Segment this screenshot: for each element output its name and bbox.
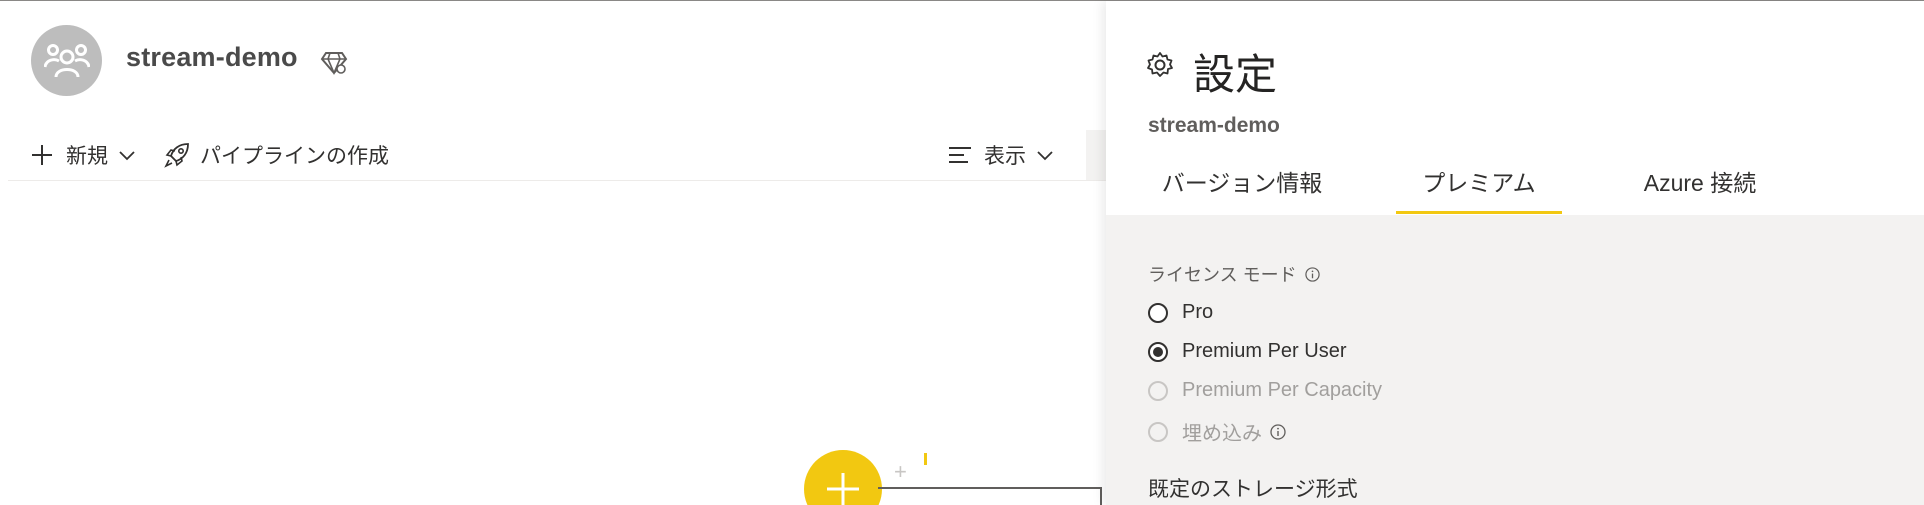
sparkle-icon xyxy=(924,453,927,465)
view-button[interactable]: 表示 xyxy=(948,140,1054,170)
license-mode-label: ライセンス モード xyxy=(1148,261,1320,287)
settings-subtitle: stream-demo xyxy=(1148,114,1280,137)
plus-icon xyxy=(827,473,859,505)
radio-label: Premium Per User xyxy=(1182,340,1347,362)
create-pipeline-button[interactable]: パイプラインの作成 xyxy=(164,140,389,170)
radio-button[interactable] xyxy=(1148,302,1168,323)
chevron-down-icon xyxy=(119,151,135,161)
command-bar-overflow xyxy=(1086,130,1106,180)
radio-button-selected[interactable] xyxy=(1148,341,1168,362)
settings-panel: 設定 stream-demo バージョン情報 プレミアム Azure 接続 ライ… xyxy=(1106,1,1924,505)
radio-dot xyxy=(1153,346,1163,357)
create-pipeline-label: パイプラインの作成 xyxy=(200,145,389,168)
tab-premium[interactable]: プレミアム xyxy=(1396,164,1562,214)
radio-label: Pro xyxy=(1182,301,1214,323)
sparkle-icon: + xyxy=(894,459,907,484)
people-group-icon xyxy=(43,43,90,77)
license-option-embedded: 埋め込み xyxy=(1148,417,1286,446)
workspace-area: stream-demo 新規 パイプラインの作成 表示 + xyxy=(0,1,1106,505)
new-button[interactable]: 新規 xyxy=(30,140,136,170)
info-icon[interactable] xyxy=(1304,266,1320,282)
command-bar: 新規 パイプラインの作成 表示 xyxy=(8,130,1106,181)
workspace-avatar xyxy=(31,25,102,96)
tab-azure-connections[interactable]: Azure 接続 xyxy=(1612,164,1788,214)
add-item-button[interactable] xyxy=(804,450,882,505)
gear-icon xyxy=(1147,52,1173,77)
chevron-down-icon xyxy=(1037,151,1053,161)
view-button-label: 表示 xyxy=(984,145,1026,168)
rocket-icon xyxy=(164,143,189,168)
radio-label: 埋め込み xyxy=(1182,423,1262,445)
radio-button-disabled xyxy=(1148,380,1168,401)
license-option-premium-per-user[interactable]: Premium Per User xyxy=(1148,340,1346,363)
license-option-pro[interactable]: Pro xyxy=(1148,301,1213,324)
new-button-label: 新規 xyxy=(66,145,108,168)
tab-version-info[interactable]: バージョン情報 xyxy=(1150,164,1334,214)
lineage-connector xyxy=(878,487,1102,505)
plus-icon xyxy=(32,145,52,165)
info-icon[interactable] xyxy=(1270,423,1286,440)
view-lines-icon xyxy=(949,147,971,163)
license-option-premium-per-capacity: Premium Per Capacity xyxy=(1148,379,1382,402)
license-mode-text: ライセンス モード xyxy=(1148,265,1297,285)
settings-panel-header: 設定 stream-demo バージョン情報 プレミアム Azure 接続 xyxy=(1106,1,1924,215)
diamond-icon[interactable] xyxy=(320,49,348,77)
workspace-title: stream-demo xyxy=(126,42,298,72)
default-storage-format-label: 既定のストレージ形式 xyxy=(1148,478,1358,501)
app-window: stream-demo 新規 パイプラインの作成 表示 + 設定 stream-… xyxy=(0,0,1924,505)
radio-button-disabled xyxy=(1148,421,1168,442)
radio-label: Premium Per Capacity xyxy=(1182,379,1383,401)
settings-title: 設定 xyxy=(1193,51,1278,98)
